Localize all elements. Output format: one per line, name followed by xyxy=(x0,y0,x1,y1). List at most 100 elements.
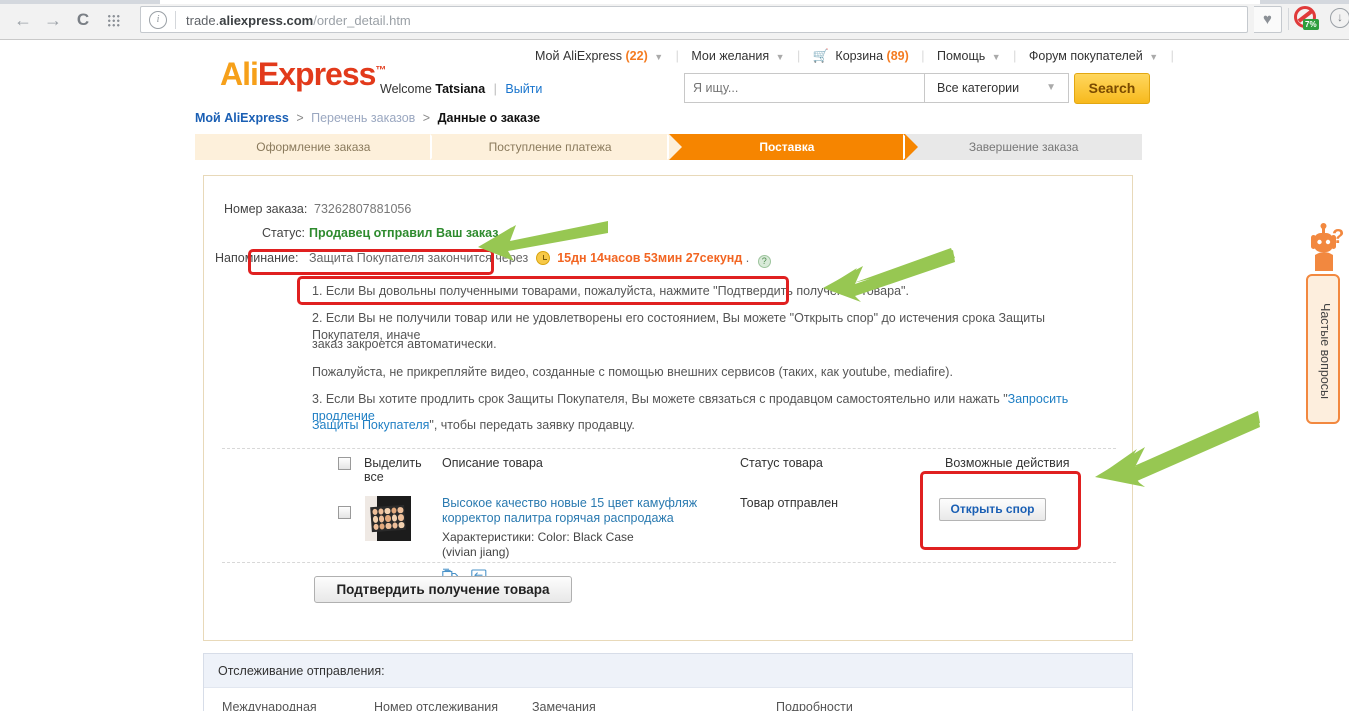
username: Tatsiana xyxy=(435,82,486,96)
breadcrumb: Мой AliExpress > Перечень заказов > Данн… xyxy=(195,111,540,125)
breadcrumb-item-order-list[interactable]: Перечень заказов xyxy=(311,111,415,125)
page-info-icon[interactable]: i xyxy=(149,11,167,29)
search-category-select[interactable]: Все категории ▼ xyxy=(924,73,1069,103)
faq-tab-label: Частые вопросы xyxy=(1318,302,1332,400)
note3-prefix: 3. Если Вы хотите продлить срок Защиты П… xyxy=(312,392,1008,406)
nav-count-cart: (89) xyxy=(886,49,909,63)
robot-question-icon: ? xyxy=(1311,223,1344,271)
tracking-header-notes: Замечания xyxy=(532,700,596,711)
apps-grid-icon[interactable] xyxy=(100,8,126,32)
confirm-receipt-button[interactable]: Подтвердить получение товара xyxy=(314,576,572,603)
step-label: Поступление платежа xyxy=(488,140,612,154)
tracking-header-details: Подробности xyxy=(776,700,853,711)
nav-item-cart[interactable]: 🛒 Корзина (89) xyxy=(812,48,913,63)
help-question-icon[interactable]: ? xyxy=(757,255,771,268)
logout-link[interactable]: Выйти xyxy=(505,82,542,96)
column-header-description: Описание товара xyxy=(442,456,543,470)
product-status-value: Товар отправлен xyxy=(740,496,839,510)
search-button[interactable]: Search xyxy=(1074,73,1150,104)
logo-part-express: Express xyxy=(257,56,377,92)
url-path: /order_detail.htm xyxy=(313,13,411,28)
adblock-badge: 7% xyxy=(1303,19,1319,30)
search-bar: Все категории ▼ Search xyxy=(684,73,1150,104)
nav-label-forum: Форум покупателей xyxy=(1028,49,1143,63)
chevron-down-icon: ▼ xyxy=(654,52,664,62)
nav-item-my-aliexpress[interactable]: Мой AliExpress (22) ▼ xyxy=(535,49,667,63)
active-tab[interactable] xyxy=(160,0,1260,4)
search-input[interactable] xyxy=(684,73,924,103)
countdown-suffix: . xyxy=(745,251,750,265)
logo-part-ali: Ali xyxy=(220,56,259,92)
back-arrow-icon[interactable]: ← xyxy=(10,8,36,32)
nav-item-help[interactable]: Помощь ▼ xyxy=(937,49,1004,63)
step-payment-received: Поступление платежа xyxy=(431,134,682,160)
aliexpress-logo[interactable]: AliExpress™ xyxy=(220,56,386,93)
countdown-value: 15дн 14часов 53мин 27секунд xyxy=(557,251,743,265)
step-order-placed: Оформление заказа xyxy=(195,134,445,160)
breadcrumb-separator: > xyxy=(296,111,304,125)
column-header-status: Статус товара xyxy=(740,456,823,470)
nav-divider-2: | xyxy=(797,49,801,63)
nav-label-cart: Корзина xyxy=(835,49,884,63)
nav-item-wishlist[interactable]: Мои желания ▼ xyxy=(691,49,788,63)
cart-icon: 🛒 xyxy=(812,48,829,63)
extend-protection-link-part2[interactable]: Защиты Покупателя xyxy=(312,418,429,432)
download-icon[interactable]: ↓ xyxy=(1330,8,1349,28)
product-seller: (vivian jiang) xyxy=(442,545,510,559)
nav-label-my-aliexpress: Мой AliExpress xyxy=(535,49,623,63)
search-category-value: Все категории xyxy=(937,81,1020,95)
nav-divider-3: | xyxy=(921,49,925,63)
nav-label-help: Помощь xyxy=(936,49,986,63)
open-dispute-button[interactable]: Открыть спор xyxy=(939,498,1046,521)
protection-text: Защита Покупателя закончится через xyxy=(309,251,529,265)
column-header-select-all: Выделить все xyxy=(364,456,422,484)
page-viewport: AliExpress™ Welcome Tatsiana | Выйти Мой… xyxy=(0,41,1349,711)
product-title-link[interactable]: Высокое качество новые 15 цвет камуфляж … xyxy=(442,496,717,526)
product-attr-line: Характеристики: Color: Black Case xyxy=(442,530,634,544)
select-all-checkbox[interactable] xyxy=(338,457,351,470)
nav-divider-1: | xyxy=(675,49,679,63)
chevron-down-icon: ▼ xyxy=(1149,52,1159,62)
url-prefix: trade. xyxy=(186,13,220,28)
breadcrumb-item-my-aliexpress[interactable]: Мой AliExpress xyxy=(195,111,289,125)
url-text: trade.aliexpress.com/order_detail.htm xyxy=(186,12,411,29)
forward-arrow-icon[interactable]: → xyxy=(40,8,66,32)
chevron-down-icon: ▼ xyxy=(991,52,1001,62)
note3-suffix: ", чтобы передать заявку продавцу. xyxy=(429,418,635,432)
nav-label-wishlist: Мои желания xyxy=(691,49,770,63)
order-progress-steps: Оформление заказа Поступление платежа По… xyxy=(195,134,1142,160)
tracking-title: Отслеживание отправления: xyxy=(204,654,1132,688)
order-status-label: Статус: xyxy=(262,226,305,240)
reminder-label: Напоминание: xyxy=(215,251,299,265)
breadcrumb-item-order-detail: Данные о заказе xyxy=(437,111,541,125)
reload-icon[interactable]: C xyxy=(70,8,96,32)
nav-count-my-aliexpress: (22) xyxy=(625,49,648,63)
buyer-protection-countdown: Защита Покупателя закончится через 15дн … xyxy=(309,251,771,268)
step-delivery: Поставка xyxy=(668,134,919,160)
step-label: Оформление заказа xyxy=(256,140,371,154)
row-checkbox[interactable] xyxy=(338,506,351,519)
url-domain: aliexpress.com xyxy=(219,13,314,28)
nav-item-forum[interactable]: Форум покупателей ▼ xyxy=(1029,49,1162,63)
order-detail-panel: Номер заказа: 73262807881056 Статус: Про… xyxy=(203,175,1133,641)
instruction-note-1: 1. Если Вы довольны полученными товарами… xyxy=(312,284,909,298)
breadcrumb-separator: > xyxy=(422,111,431,125)
product-thumbnail[interactable] xyxy=(365,496,411,541)
nav-divider-5: | xyxy=(1170,49,1174,63)
welcome-text: Welcome xyxy=(380,82,432,96)
bookmark-heart-icon[interactable]: ♥ xyxy=(1254,6,1282,33)
step-order-complete: Завершение заказа xyxy=(905,134,1142,160)
address-bar[interactable]: i trade.aliexpress.com/order_detail.htm xyxy=(140,6,1248,33)
instruction-note-2-cont: заказ закроется автоматически. xyxy=(312,337,497,351)
instruction-note-3-cont: Защиты Покупателя", чтобы передать заявк… xyxy=(312,417,1102,434)
welcome-divider: | xyxy=(493,82,497,96)
column-header-actions: Возможные действия xyxy=(945,456,1070,470)
browser-chrome: ← → C i trade.aliexpress.com/order_detai… xyxy=(0,0,1349,40)
step-label: Завершение заказа xyxy=(968,140,1079,154)
chevron-down-icon: ▼ xyxy=(1046,82,1056,93)
tracking-header-number: Номер отслеживания xyxy=(374,700,499,711)
product-attributes: Характеристики: Color: Black Case (vivia… xyxy=(442,530,732,560)
faq-tab[interactable]: Частые вопросы xyxy=(1306,274,1340,424)
adblock-extension-icon[interactable]: 7% xyxy=(1294,6,1320,32)
order-number-label: Номер заказа: xyxy=(224,202,308,216)
